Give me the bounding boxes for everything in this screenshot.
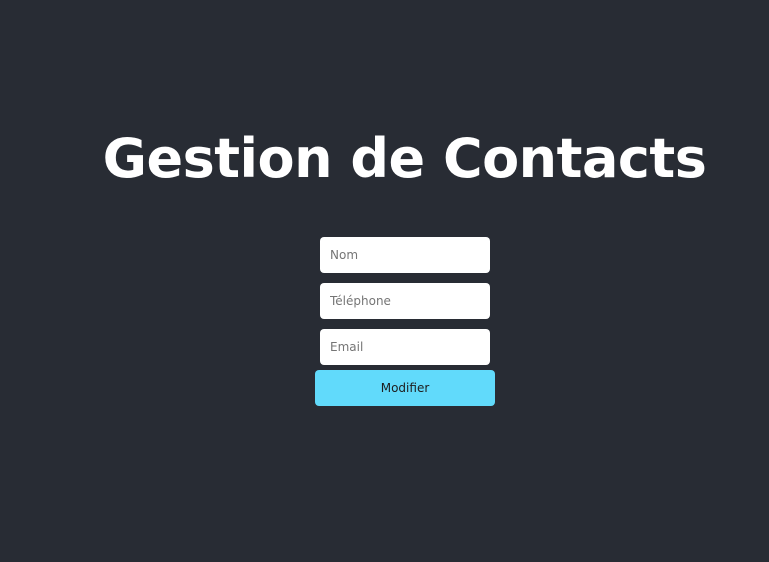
- phone-input[interactable]: [320, 283, 490, 319]
- contact-form: Modifier: [0, 0, 769, 562]
- modify-button[interactable]: Modifier: [315, 370, 495, 406]
- name-input[interactable]: [320, 237, 490, 273]
- app-container: Gestion de Contacts Modifier: [0, 0, 769, 562]
- email-input[interactable]: [320, 329, 490, 365]
